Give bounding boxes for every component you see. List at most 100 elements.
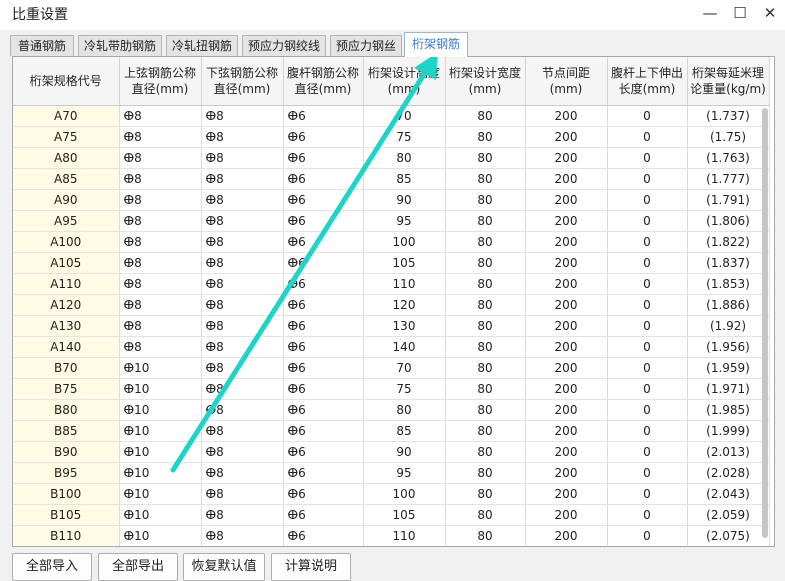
column-header[interactable]: 桁架设计宽度(mm): [445, 57, 526, 106]
table-cell[interactable]: ⴲ8: [201, 504, 284, 526]
table-cell[interactable]: 0: [607, 252, 688, 274]
table-cell[interactable]: ⴲ8: [119, 231, 202, 253]
tab-普通钢筋[interactable]: 普通钢筋: [10, 35, 74, 56]
table-row[interactable]: A95 ⴲ8 ⴲ8 ⴲ6 95 80 200 0 (1.806): [13, 210, 770, 232]
table-cell[interactable]: 80: [445, 504, 526, 526]
table-cell[interactable]: ⴲ8: [119, 105, 202, 127]
table-row[interactable]: B95 ⴲ10 ⴲ8 ⴲ6 95 80 200 0 (2.028): [13, 462, 770, 484]
table-row[interactable]: A75 ⴲ8 ⴲ8 ⴲ6 75 80 200 0 (1.75): [13, 126, 770, 148]
table-row[interactable]: A80 ⴲ8 ⴲ8 ⴲ6 80 80 200 0 (1.763): [13, 147, 770, 169]
spec-code-cell[interactable]: B90: [13, 441, 120, 463]
table-cell[interactable]: 85: [363, 168, 446, 190]
table-cell[interactable]: ⴲ8: [201, 210, 284, 232]
column-header[interactable]: 桁架每延米理论重量(kg/m): [687, 57, 770, 106]
table-cell[interactable]: ⴲ8: [201, 336, 284, 358]
table-cell[interactable]: 0: [607, 378, 688, 400]
table-cell[interactable]: 200: [525, 441, 608, 463]
table-row[interactable]: A140 ⴲ8 ⴲ8 ⴲ6 140 80 200 0 (1.956): [13, 336, 770, 358]
table-cell[interactable]: ⴲ6: [283, 231, 364, 253]
table-cell[interactable]: ⴲ8: [119, 294, 202, 316]
table-row[interactable]: A120 ⴲ8 ⴲ8 ⴲ6 120 80 200 0 (1.886): [13, 294, 770, 316]
spec-code-cell[interactable]: A105: [13, 252, 120, 274]
table-cell[interactable]: (1.853): [687, 273, 770, 295]
spec-code-cell[interactable]: B70: [13, 357, 120, 379]
vertical-scrollbar[interactable]: [759, 56, 773, 545]
table-cell[interactable]: 200: [525, 462, 608, 484]
table-row[interactable]: B80 ⴲ10 ⴲ8 ⴲ6 80 80 200 0 (1.985): [13, 399, 770, 421]
table-row[interactable]: B105 ⴲ10 ⴲ8 ⴲ6 105 80 200 0 (2.059): [13, 504, 770, 526]
table-cell[interactable]: (2.075): [687, 525, 770, 546]
table-cell[interactable]: ⴲ8: [201, 147, 284, 169]
table-cell[interactable]: 70: [363, 105, 446, 127]
table-cell[interactable]: 0: [607, 483, 688, 505]
minimize-icon[interactable]: —: [697, 2, 723, 24]
spec-code-cell[interactable]: B75: [13, 378, 120, 400]
table-cell[interactable]: ⴲ6: [283, 441, 364, 463]
table-cell[interactable]: 200: [525, 252, 608, 274]
table-cell[interactable]: ⴲ8: [119, 273, 202, 295]
table-cell[interactable]: 80: [445, 336, 526, 358]
table-cell[interactable]: (2.059): [687, 504, 770, 526]
column-header[interactable]: 桁架规格代号: [13, 57, 120, 106]
table-cell[interactable]: 0: [607, 336, 688, 358]
table-cell[interactable]: 200: [525, 315, 608, 337]
table-row[interactable]: B75 ⴲ10 ⴲ8 ⴲ6 75 80 200 0 (1.971): [13, 378, 770, 400]
column-header[interactable]: 上弦钢筋公称直径(mm): [119, 57, 202, 106]
table-cell[interactable]: 200: [525, 483, 608, 505]
table-cell[interactable]: 80: [445, 399, 526, 421]
column-header[interactable]: 下弦钢筋公称直径(mm): [201, 57, 284, 106]
spec-code-cell[interactable]: B85: [13, 420, 120, 442]
table-cell[interactable]: 90: [363, 441, 446, 463]
table-row[interactable]: B100 ⴲ10 ⴲ8 ⴲ6 100 80 200 0 (2.043): [13, 483, 770, 505]
table-cell[interactable]: 0: [607, 294, 688, 316]
table-cell[interactable]: 95: [363, 462, 446, 484]
spec-code-cell[interactable]: A140: [13, 336, 120, 358]
table-cell[interactable]: 100: [363, 231, 446, 253]
table-cell[interactable]: (1.763): [687, 147, 770, 169]
table-cell[interactable]: 100: [363, 483, 446, 505]
table-row[interactable]: B90 ⴲ10 ⴲ8 ⴲ6 90 80 200 0 (2.013): [13, 441, 770, 463]
spec-code-cell[interactable]: A70: [13, 105, 120, 127]
table-cell[interactable]: ⴲ8: [201, 378, 284, 400]
table-row[interactable]: A100 ⴲ8 ⴲ8 ⴲ6 100 80 200 0 (1.822): [13, 231, 770, 253]
table-cell[interactable]: 200: [525, 294, 608, 316]
tab-桁架钢筋[interactable]: 桁架钢筋: [404, 32, 468, 57]
table-cell[interactable]: 110: [363, 273, 446, 295]
table-cell[interactable]: ⴲ8: [119, 168, 202, 190]
table-cell[interactable]: ⴲ8: [201, 525, 284, 546]
table-cell[interactable]: ⴲ8: [201, 252, 284, 274]
export-all-button[interactable]: 全部导出: [98, 553, 178, 581]
table-row[interactable]: A110 ⴲ8 ⴲ8 ⴲ6 110 80 200 0 (1.853): [13, 273, 770, 295]
tab-冷轧扭钢筋[interactable]: 冷轧扭钢筋: [166, 35, 238, 56]
table-cell[interactable]: ⴲ6: [283, 147, 364, 169]
table-cell[interactable]: ⴲ6: [283, 189, 364, 211]
table-cell[interactable]: 80: [445, 525, 526, 546]
table-cell[interactable]: ⴲ8: [119, 147, 202, 169]
table-cell[interactable]: ⴲ10: [119, 441, 202, 463]
table-cell[interactable]: 0: [607, 399, 688, 421]
tab-预应力钢丝[interactable]: 预应力钢丝: [330, 35, 402, 56]
table-cell[interactable]: ⴲ6: [283, 462, 364, 484]
maximize-icon[interactable]: ☐: [727, 2, 753, 24]
close-icon[interactable]: ✕: [757, 2, 783, 24]
table-cell[interactable]: ⴲ8: [201, 441, 284, 463]
table-cell[interactable]: ⴲ6: [283, 126, 364, 148]
table-cell[interactable]: 105: [363, 504, 446, 526]
column-header[interactable]: 节点间距(mm): [525, 57, 608, 106]
table-cell[interactable]: 95: [363, 210, 446, 232]
table-row[interactable]: A70 ⴲ8 ⴲ8 ⴲ6 70 80 200 0 (1.737): [13, 105, 770, 127]
table-cell[interactable]: (1.837): [687, 252, 770, 274]
table-cell[interactable]: 80: [363, 399, 446, 421]
table-cell[interactable]: 80: [445, 168, 526, 190]
table-cell[interactable]: (2.013): [687, 441, 770, 463]
table-cell[interactable]: ⴲ8: [201, 315, 284, 337]
spec-code-cell[interactable]: A100: [13, 231, 120, 253]
table-cell[interactable]: 80: [445, 441, 526, 463]
table-cell[interactable]: 80: [445, 462, 526, 484]
table-cell[interactable]: 0: [607, 273, 688, 295]
table-cell[interactable]: ⴲ6: [283, 525, 364, 546]
table-cell[interactable]: ⴲ6: [283, 315, 364, 337]
table-cell[interactable]: (1.737): [687, 105, 770, 127]
table-cell[interactable]: (1.791): [687, 189, 770, 211]
table-cell[interactable]: ⴲ10: [119, 420, 202, 442]
